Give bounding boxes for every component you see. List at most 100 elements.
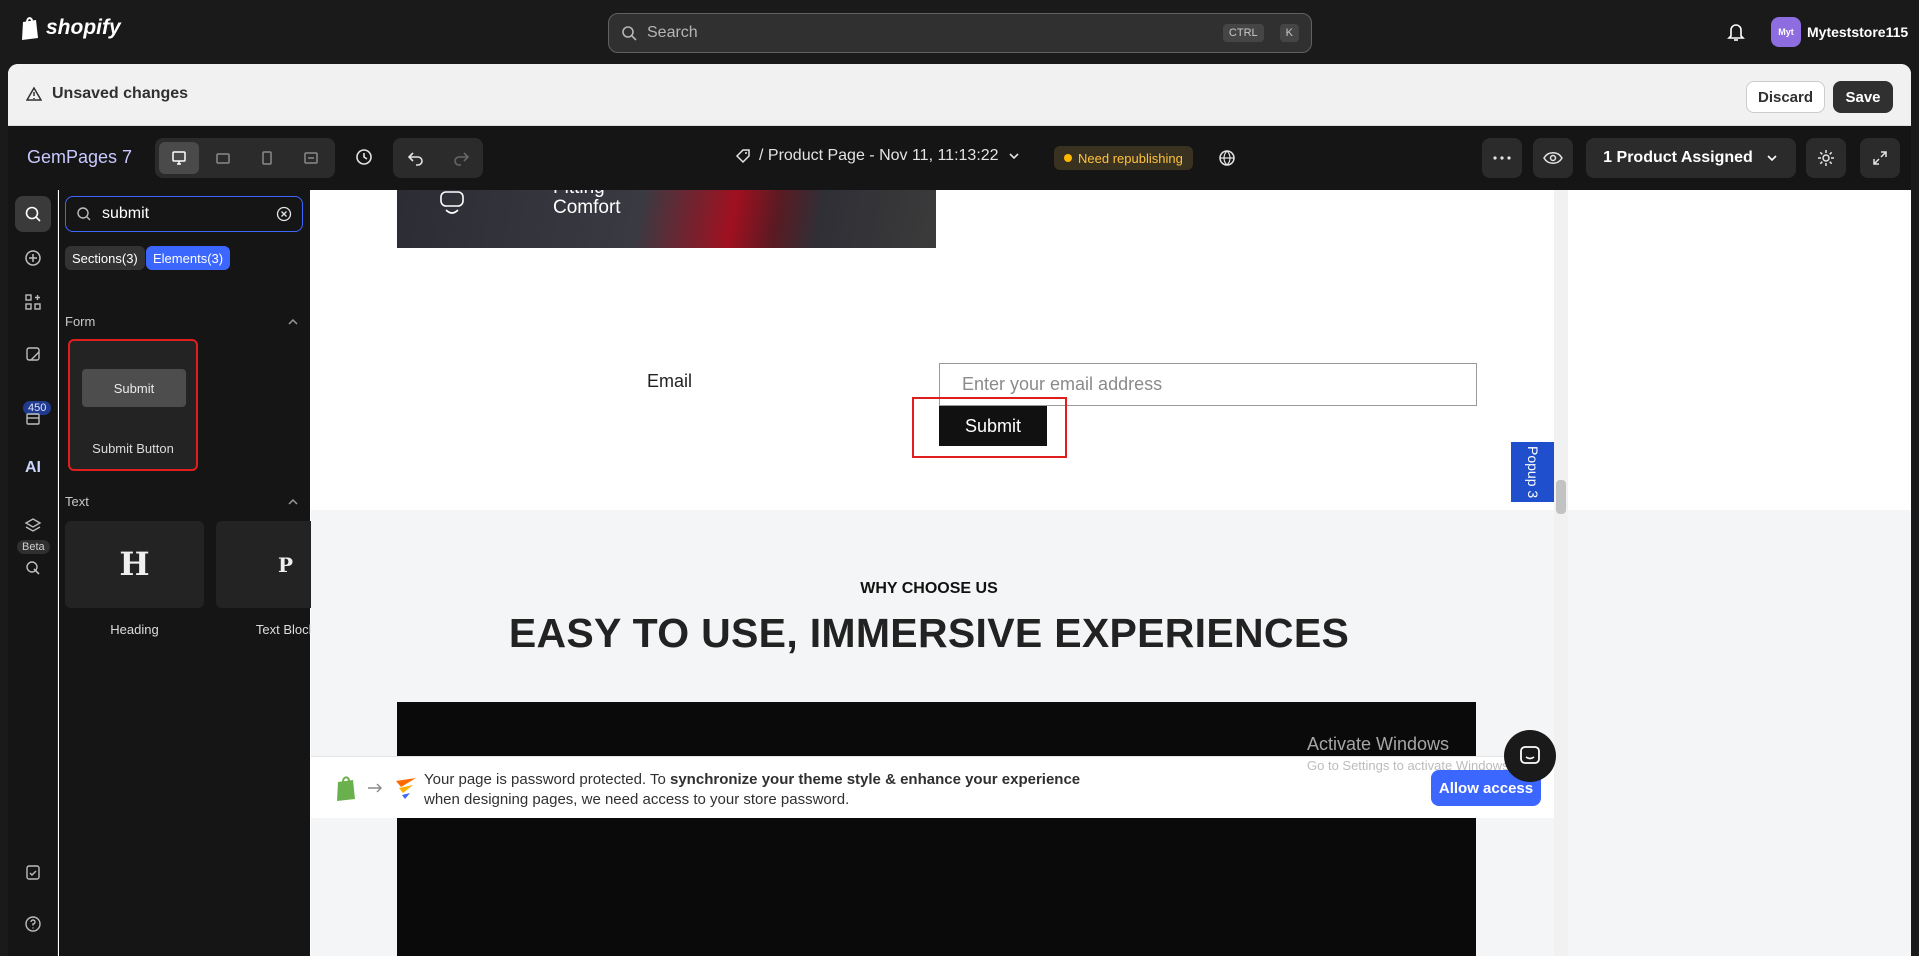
publish-status-text: Need republishing [1078, 150, 1183, 166]
form-group-label: Form [65, 314, 96, 329]
chat-bubble-icon [1520, 746, 1540, 764]
banner-message: Your page is password protected. To sync… [424, 770, 1080, 810]
heading-card-label: Heading [110, 622, 159, 637]
apps-button[interactable] [15, 284, 51, 320]
hero-image[interactable]: Fitting Comfort [397, 190, 936, 248]
gempages-logo-icon [396, 778, 416, 799]
hero-caption: Fitting Comfort [553, 190, 621, 218]
submit-button-element-card[interactable]: Submit Submit Button [68, 339, 198, 471]
banner-line1-start: Your page is password protected. To [424, 771, 670, 788]
canvas-scroll-thumb[interactable] [1556, 480, 1566, 514]
search-elements-button[interactable] [15, 196, 51, 232]
notifications-bell-icon[interactable] [1727, 22, 1745, 42]
editor-toolbar: GemPages 7 / Product Page - Nov 11, 11:1… [8, 126, 1911, 190]
admin-search-placeholder: Search [647, 24, 698, 41]
clear-search-icon[interactable] [276, 206, 292, 222]
product-assigned-dropdown[interactable]: 1 Product Assigned [1586, 138, 1796, 178]
element-search-input[interactable]: submit [65, 196, 303, 232]
layers-icon [24, 518, 42, 532]
desktop-view-button[interactable] [159, 142, 199, 174]
shopify-bag-icon [337, 776, 355, 801]
status-dot-icon [1064, 154, 1072, 162]
publish-status-badge: Need republishing [1054, 146, 1193, 170]
mobile-view-button[interactable] [247, 142, 287, 174]
hero-caption-line2: Comfort [553, 197, 621, 218]
form-group-header[interactable]: Form [65, 314, 299, 329]
mobile-icon [262, 151, 272, 165]
shortcut-ctrl-key: CTRL [1222, 24, 1264, 42]
email-label: Email [647, 371, 693, 391]
undo-icon[interactable] [407, 149, 425, 167]
banner-icons [335, 775, 419, 801]
palette-icon [26, 347, 40, 361]
submit-button-preview: Submit [82, 369, 186, 407]
checklist-button[interactable] [15, 854, 51, 890]
apps-grid-icon [25, 294, 41, 310]
discard-button[interactable]: Discard [1746, 81, 1825, 113]
store-name: Myteststore115 [1807, 24, 1909, 40]
sections-filter-chip[interactable]: Sections(3) [65, 246, 145, 270]
expand-icon [1873, 151, 1887, 165]
gear-icon [1818, 150, 1834, 166]
activate-windows-watermark: Activate Windows [1307, 734, 1450, 754]
more-dots-icon [1493, 156, 1511, 160]
banner-line2: when designing pages, we need access to … [424, 791, 850, 808]
add-element-button[interactable] [15, 240, 51, 276]
unsaved-label: Unsaved changes [52, 85, 189, 102]
templates-button[interactable] [15, 404, 51, 434]
section-headline: EASY TO USE, IMMERSIVE EXPERIENCES [508, 610, 1350, 656]
popup-tab[interactable]: Popup 3 [1511, 442, 1555, 502]
canvas-scrollbar[interactable] [1554, 190, 1568, 956]
target-cursor-icon [26, 561, 40, 575]
search-icon [25, 206, 41, 222]
app-frame: Unsaved changes Discard Save GemPages 7 [8, 64, 1911, 956]
fullwidth-view-button[interactable] [291, 142, 331, 174]
heading-glyph: H [119, 545, 150, 583]
product-assigned-label: 1 Product Assigned [1603, 149, 1753, 166]
preview-button[interactable] [1533, 138, 1573, 178]
unsaved-changes-bar: Unsaved changes Discard Save [8, 64, 1911, 126]
ai-assistant-button[interactable]: AI [15, 450, 51, 486]
help-button[interactable] [15, 906, 51, 942]
element-search-value: submit [102, 205, 150, 222]
theme-styles-button[interactable] [15, 336, 51, 372]
beta-feature-button[interactable] [15, 550, 51, 586]
tag-icon [735, 149, 750, 164]
fullscreen-button[interactable] [1860, 138, 1900, 178]
heading-element-card[interactable]: H [65, 521, 204, 608]
chat-support-button[interactable] [1504, 730, 1556, 782]
save-button[interactable]: Save [1833, 81, 1893, 113]
shopify-logo[interactable]: shopify [20, 16, 121, 40]
page-title-dropdown[interactable]: / Product Page - Nov 11, 11:13:22 [735, 147, 1021, 165]
store-menu[interactable]: Myt Myteststore115 [1771, 17, 1908, 47]
tablet-view-button[interactable] [203, 142, 243, 174]
redo-icon[interactable] [452, 149, 470, 167]
more-options-button[interactable] [1482, 138, 1522, 178]
settings-button[interactable] [1806, 138, 1846, 178]
store-avatar: Myt [1771, 17, 1801, 47]
layers-button[interactable] [15, 508, 51, 544]
shopify-bag-icon [22, 17, 38, 40]
text-group-label: Text [65, 494, 89, 509]
search-icon [77, 207, 91, 221]
help-question-icon [25, 916, 41, 932]
chevron-up-icon [288, 318, 298, 325]
chevron-up-icon [288, 498, 298, 505]
banner-line1-bold: synchronize your theme style & enhance y… [670, 771, 1081, 788]
globe-language-icon[interactable] [1217, 148, 1237, 168]
history-clock-icon[interactable] [355, 148, 373, 166]
unsaved-message: Unsaved changes [26, 85, 188, 103]
shopify-wordmark: shopify [46, 16, 121, 39]
tablet-icon [216, 153, 230, 164]
eye-icon [1543, 152, 1563, 164]
admin-search-bar[interactable]: Search CTRL K [608, 13, 1312, 53]
chevron-down-icon [1767, 155, 1777, 162]
search-icon [622, 26, 637, 41]
chevron-down-icon [1008, 153, 1019, 160]
section-eyebrow: WHY CHOOSE US [860, 580, 998, 597]
text-group-header[interactable]: Text [65, 494, 299, 509]
elements-filter-chip[interactable]: Elements(3) [146, 246, 231, 270]
warning-icon [26, 86, 42, 101]
submit-button-card-label: Submit Button [92, 441, 174, 456]
arrow-right-icon [368, 783, 382, 793]
